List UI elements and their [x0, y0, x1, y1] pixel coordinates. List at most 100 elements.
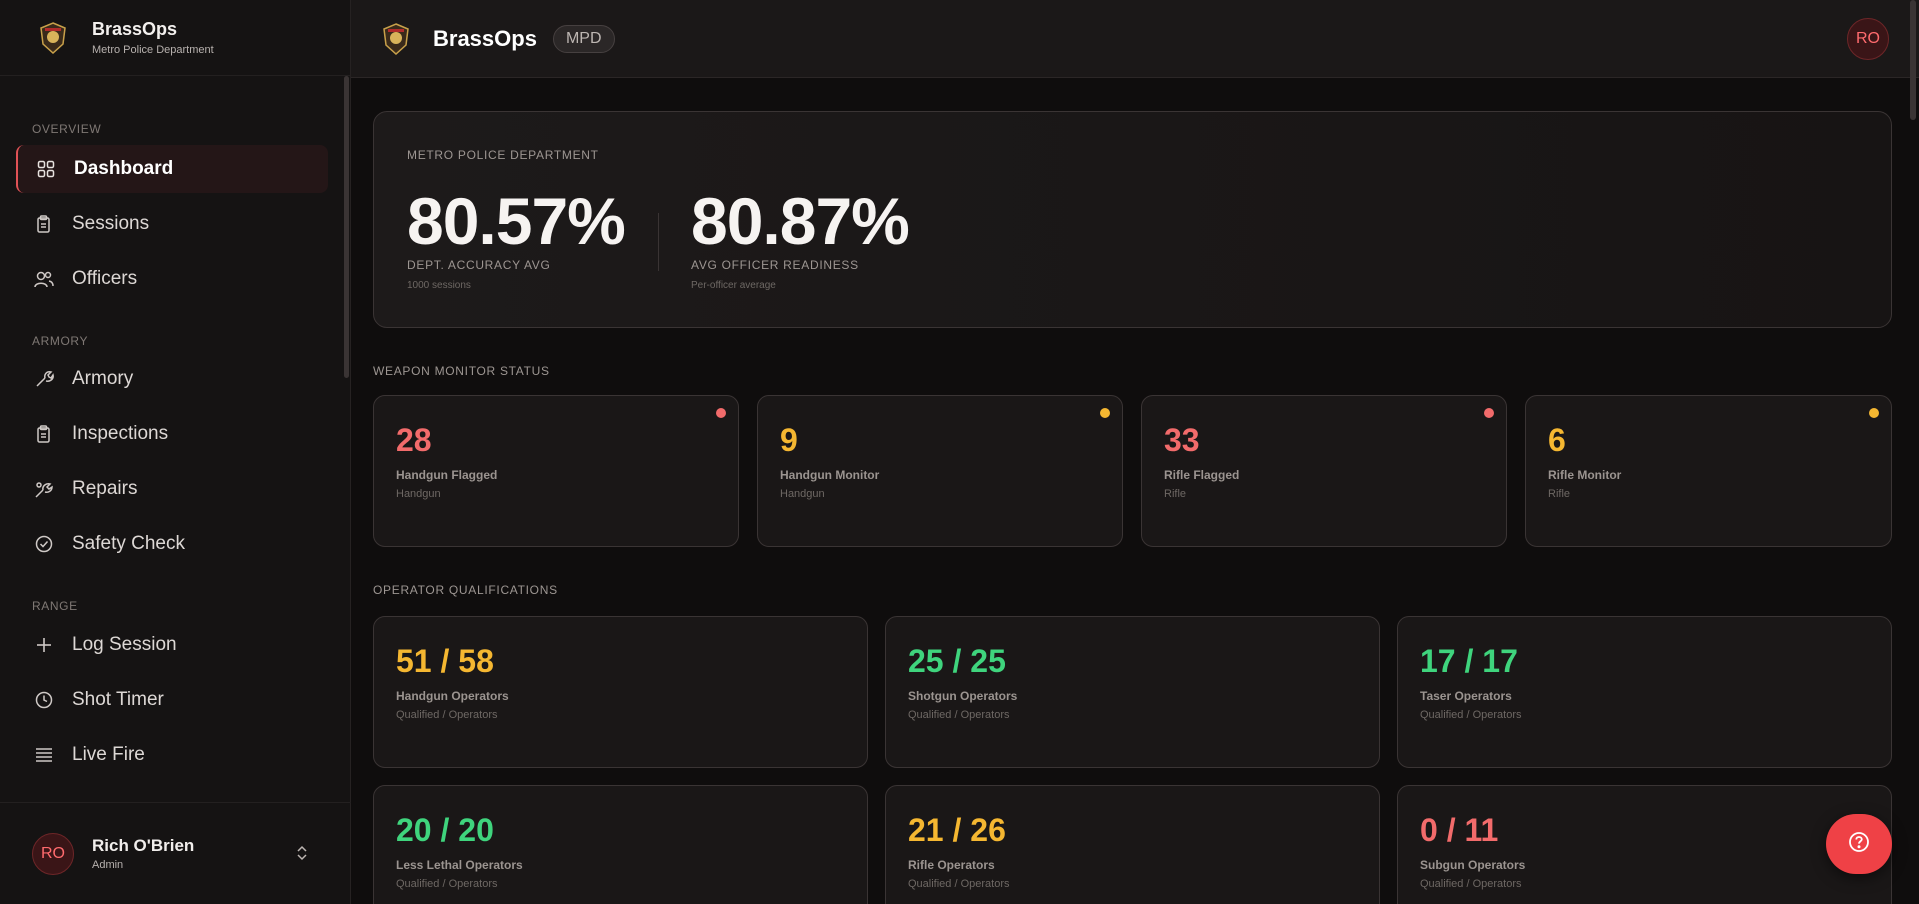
qual-card-less-lethal[interactable]: 20 / 20 Less Lethal Operators Qualified …: [373, 785, 868, 904]
card-sub: Rifle: [1548, 488, 1571, 500]
weapon-card-rifle-monitor[interactable]: 6 Rifle Monitor Rifle: [1525, 395, 1892, 547]
department-badge: MPD: [552, 24, 615, 53]
check-circle-icon: [34, 534, 54, 554]
sidebar-item-label: Live Fire: [72, 744, 145, 765]
card-sub: Handgun: [780, 488, 825, 500]
qualifications-title: OPERATOR QUALIFICATIONS: [373, 583, 558, 597]
card-value: 6: [1548, 422, 1566, 458]
card-name: Handgun Monitor: [780, 468, 880, 482]
card-name: Subgun Operators: [1420, 858, 1526, 872]
readiness-label: AVG OFFICER READINESS: [691, 258, 859, 272]
sidebar-item-armory[interactable]: Armory: [16, 355, 328, 403]
qual-card-handgun[interactable]: 51 / 58 Handgun Operators Qualified / Op…: [373, 616, 868, 768]
sidebar-item-label: Shot Timer: [72, 689, 164, 710]
avatar: RO: [32, 832, 74, 875]
card-value: 51 / 58: [396, 643, 494, 679]
help-button[interactable]: [1826, 814, 1892, 874]
clipboard-check-icon: [34, 424, 54, 444]
sidebar-item-label: Officers: [72, 268, 138, 289]
sidebar: BrassOps Metro Police Department OVERVIE…: [0, 0, 351, 904]
qual-card-rifle[interactable]: 21 / 26 Rifle Operators Qualified / Oper…: [885, 785, 1380, 904]
accuracy-sub: 1000 sessions: [407, 280, 471, 291]
sidebar-item-live-fire[interactable]: Live Fire: [16, 731, 328, 779]
user-menu[interactable]: RO Rich O'Brien Admin: [0, 802, 351, 904]
card-value: 21 / 26: [908, 812, 1006, 848]
sidebar-item-sessions[interactable]: Sessions: [16, 200, 328, 248]
accuracy-value: 80.57%: [407, 184, 626, 258]
list-icon: [34, 745, 54, 765]
wrench-icon: [34, 369, 54, 389]
nav-section-overview: OVERVIEW: [32, 122, 102, 136]
sidebar-item-safety-check[interactable]: Safety Check: [16, 520, 328, 568]
weapon-card-handgun-monitor[interactable]: 9 Handgun Monitor Handgun: [757, 395, 1123, 547]
sidebar-item-dashboard[interactable]: Dashboard: [16, 145, 328, 193]
sidebar-brand[interactable]: BrassOps Metro Police Department: [0, 0, 350, 76]
weapon-card-rifle-flagged[interactable]: 33 Rifle Flagged Rifle: [1141, 395, 1507, 547]
card-sub: Qualified / Operators: [1420, 709, 1522, 721]
card-value: 33: [1164, 422, 1200, 458]
police-badge-logo: [381, 22, 411, 56]
weapon-monitor-title: WEAPON MONITOR STATUS: [373, 364, 550, 378]
card-value: 20 / 20: [396, 812, 494, 848]
chevron-up-down-icon[interactable]: [296, 845, 308, 864]
sidebar-item-label: Repairs: [72, 478, 138, 499]
card-name: Shotgun Operators: [908, 689, 1018, 703]
sidebar-item-repairs[interactable]: Repairs: [16, 465, 328, 513]
readiness-value: 80.87%: [691, 184, 910, 258]
sidebar-scrollbar[interactable]: [344, 76, 349, 378]
avatar[interactable]: RO: [1847, 18, 1889, 60]
qual-card-subgun[interactable]: 0 / 11 Subgun Operators Qualified / Oper…: [1397, 785, 1892, 904]
police-badge-logo: [38, 21, 68, 55]
user-role: Admin: [92, 859, 124, 871]
plus-icon: [34, 635, 54, 655]
card-sub: Qualified / Operators: [396, 878, 498, 890]
card-sub: Rifle: [1164, 488, 1187, 500]
top-bar: BrassOps MPD RO: [351, 0, 1919, 78]
card-name: Rifle Monitor: [1548, 468, 1622, 482]
card-name: Taser Operators: [1420, 689, 1512, 703]
weapon-card-handgun-flagged[interactable]: 28 Handgun Flagged Handgun: [373, 395, 739, 547]
sidebar-item-label: Inspections: [72, 423, 169, 444]
department-summary-card: METRO POLICE DEPARTMENT 80.57% DEPT. ACC…: [373, 111, 1892, 328]
readiness-metric: 80.87% AVG OFFICER READINESS Per-officer…: [691, 184, 910, 291]
card-name: Handgun Flagged: [396, 468, 498, 482]
main-scrollbar[interactable]: [1910, 0, 1916, 120]
nav-section-armory: ARMORY: [32, 334, 89, 348]
card-value: 0 / 11: [1420, 812, 1499, 848]
app-root: BrassOps Metro Police Department OVERVIE…: [0, 0, 1919, 904]
department-kicker: METRO POLICE DEPARTMENT: [407, 148, 599, 162]
card-sub: Qualified / Operators: [908, 709, 1010, 721]
sidebar-item-log-session[interactable]: Log Session: [16, 621, 328, 669]
sidebar-item-inspections[interactable]: Inspections: [16, 410, 328, 458]
qual-card-taser[interactable]: 17 / 17 Taser Operators Qualified / Oper…: [1397, 616, 1892, 768]
card-value: 28: [396, 422, 432, 458]
sidebar-item-shot-timer[interactable]: Shot Timer: [16, 676, 328, 724]
card-name: Rifle Flagged: [1164, 468, 1240, 482]
card-sub: Qualified / Operators: [396, 709, 498, 721]
card-sub: Handgun: [396, 488, 441, 500]
app-title: BrassOps: [433, 25, 537, 51]
user-name: Rich O'Brien: [92, 836, 195, 855]
card-name: Less Lethal Operators: [396, 858, 523, 872]
sidebar-item-label: Safety Check: [72, 533, 185, 554]
sidebar-item-label: Armory: [72, 368, 134, 389]
brand-name: BrassOps: [92, 19, 178, 39]
sidebar-item-officers[interactable]: Officers: [16, 255, 328, 303]
sidebar-item-label: Dashboard: [74, 158, 174, 179]
grid-icon: [36, 159, 56, 179]
help-icon: [1848, 831, 1870, 858]
readiness-sub: Per-officer average: [691, 280, 776, 291]
status-dot: [716, 408, 726, 418]
qual-card-shotgun[interactable]: 25 / 25 Shotgun Operators Qualified / Op…: [885, 616, 1380, 768]
status-dot: [1100, 408, 1110, 418]
card-name: Rifle Operators: [908, 858, 995, 872]
card-value: 9: [780, 422, 798, 458]
status-dot: [1869, 408, 1879, 418]
nav-section-range: RANGE: [32, 599, 78, 613]
card-sub: Qualified / Operators: [1420, 878, 1522, 890]
tools-icon: [34, 479, 54, 499]
card-name: Handgun Operators: [396, 689, 509, 703]
card-sub: Qualified / Operators: [908, 878, 1010, 890]
sidebar-item-label: Log Session: [72, 634, 177, 655]
users-icon: [34, 269, 54, 289]
